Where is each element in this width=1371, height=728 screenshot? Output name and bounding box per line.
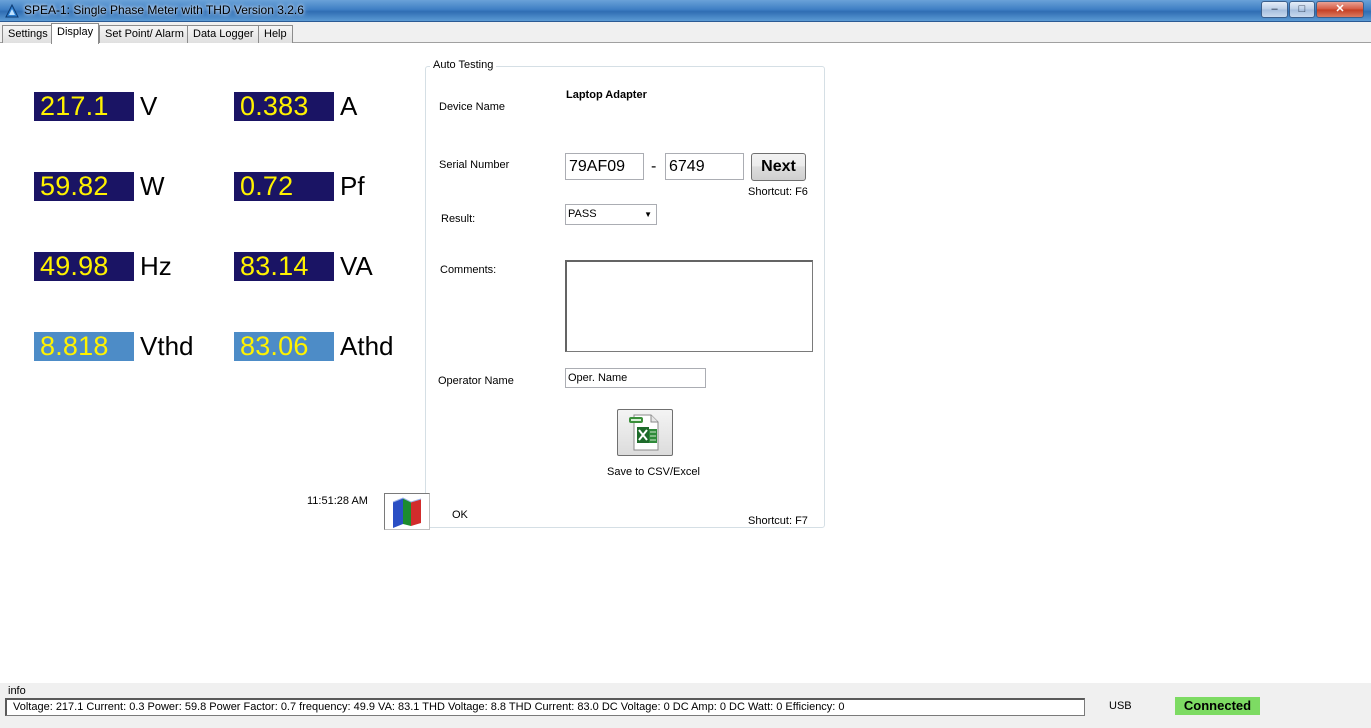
tab-set-point-alarm[interactable]: Set Point/ Alarm xyxy=(99,25,190,43)
dropdown-arrow-icon[interactable]: ▼ xyxy=(644,205,652,224)
current-thd-value: 83.06 xyxy=(234,332,334,361)
view-3d-button[interactable] xyxy=(384,493,430,530)
color-bars-icon xyxy=(392,497,422,528)
current-value: 0.383 xyxy=(234,92,334,121)
apparent-power-unit: VA xyxy=(340,251,373,281)
current-unit: A xyxy=(340,91,358,121)
operator-name-label: Operator Name xyxy=(438,375,514,387)
device-name-value: Laptop Adapter xyxy=(566,89,647,101)
tab-settings[interactable]: Settings xyxy=(2,25,54,43)
result-selected-value: PASS xyxy=(568,208,597,220)
voltage-unit: V xyxy=(140,91,158,121)
title-bar[interactable]: SPEA-1: Single Phase Meter with THD Vers… xyxy=(0,0,1371,22)
connection-status-badge: Connected xyxy=(1175,697,1260,715)
comments-textarea[interactable] xyxy=(565,260,813,352)
tab-help[interactable]: Help xyxy=(258,25,293,43)
status-readout: Voltage: 217.1 Current: 0.3 Power: 59.8 … xyxy=(5,698,1085,716)
result-select[interactable]: PASS ▼ xyxy=(565,204,657,225)
app-logo-icon xyxy=(5,3,19,18)
power-unit: W xyxy=(140,171,165,201)
info-label: info xyxy=(8,685,26,697)
current-thd-unit: Athd xyxy=(340,331,394,361)
excel-csv-icon xyxy=(629,414,659,451)
save-csv-caption: Save to CSV/Excel xyxy=(607,466,700,478)
ok-label: OK xyxy=(452,509,468,521)
tab-display[interactable]: Display xyxy=(51,23,100,44)
window-title: SPEA-1: Single Phase Meter with THD Vers… xyxy=(24,3,304,17)
frequency-unit: Hz xyxy=(140,251,172,281)
operator-name-input[interactable] xyxy=(565,368,706,388)
power-value: 59.82 xyxy=(34,172,134,201)
auto-testing-title: Auto Testing xyxy=(430,59,497,71)
serial-number-input[interactable] xyxy=(665,153,744,180)
power-factor-unit: Pf xyxy=(340,171,365,201)
close-button[interactable]: ✕ xyxy=(1316,1,1364,18)
voltage-thd-unit: Vthd xyxy=(140,331,194,361)
tab-strip: Settings Display Set Point/ Alarm Data L… xyxy=(0,22,1371,44)
serial-prefix-input[interactable] xyxy=(565,153,644,180)
minimize-button[interactable]: – xyxy=(1261,1,1288,18)
device-name-label: Device Name xyxy=(439,101,506,113)
serial-number-label: Serial Number xyxy=(439,159,510,171)
result-label: Result: xyxy=(441,213,476,225)
next-button[interactable]: Next xyxy=(751,153,806,181)
maximize-button[interactable]: □ xyxy=(1289,1,1315,18)
frequency-value: 49.98 xyxy=(34,252,134,281)
power-factor-value: 0.72 xyxy=(234,172,334,201)
tab-data-logger[interactable]: Data Logger xyxy=(187,25,260,43)
next-shortcut-label: Shortcut: F6 xyxy=(748,186,808,198)
save-shortcut-label: Shortcut: F7 xyxy=(748,515,808,527)
apparent-power-value: 83.14 xyxy=(234,252,334,281)
port-label: USB xyxy=(1109,700,1132,712)
serial-separator: - xyxy=(651,158,657,175)
comments-label: Comments: xyxy=(440,264,497,276)
clock-time: 11:51:28 AM xyxy=(307,495,368,507)
save-csv-button[interactable] xyxy=(617,409,673,456)
voltage-thd-value: 8.818 xyxy=(34,332,134,361)
voltage-value: 217.1 xyxy=(34,92,134,121)
